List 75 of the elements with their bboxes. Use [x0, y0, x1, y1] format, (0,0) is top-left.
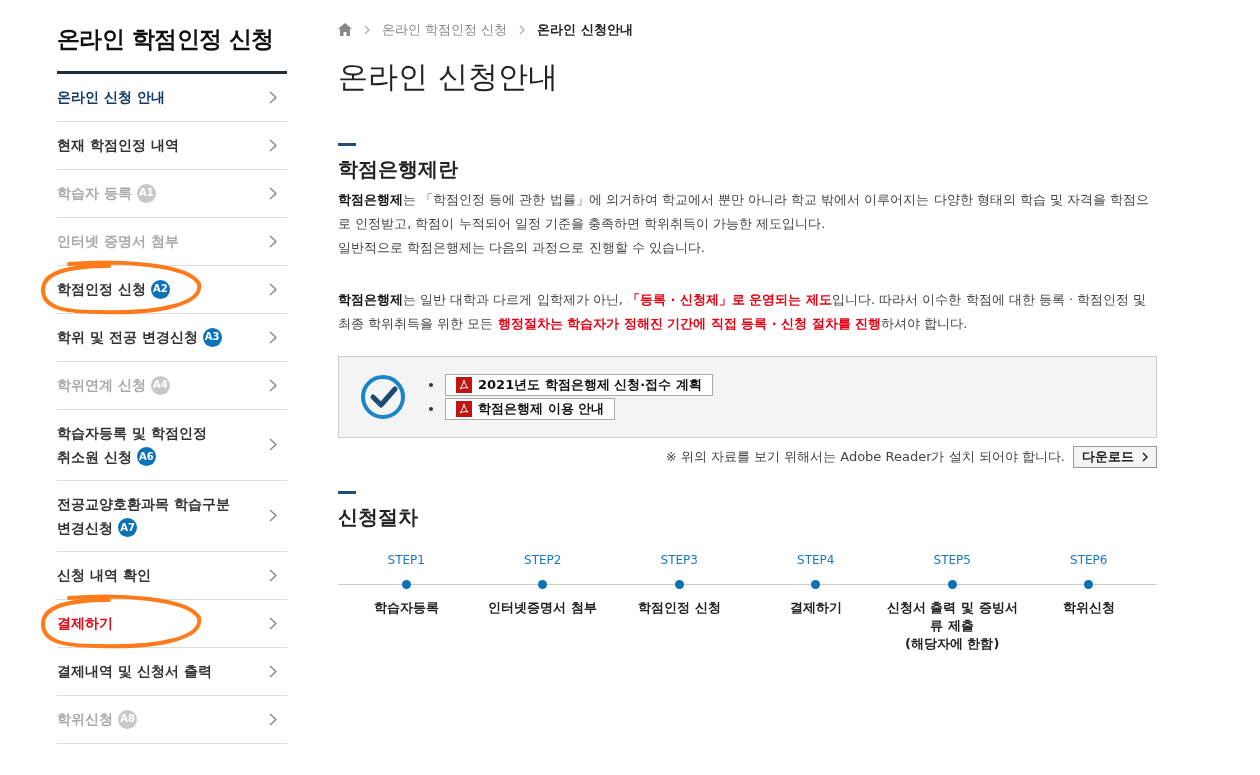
- sidebar-item-label: 학위신청: [57, 710, 113, 729]
- sidebar-item-label: 학습자등록 및 학점인정: [57, 423, 207, 443]
- section-heading: 학점은행제란: [338, 155, 459, 183]
- sidebar-item-label: 전공교양호환과목 학습구분: [57, 494, 230, 514]
- step-badge: A2: [150, 279, 170, 299]
- chevron-right-icon: [269, 378, 277, 392]
- chevron-right-icon: [269, 186, 277, 200]
- sidebar-item-label: 결제하기: [57, 614, 113, 633]
- page-title: 온라인 신청안내: [338, 57, 559, 96]
- sidebar-item[interactable]: 온라인 신청 안내: [57, 73, 287, 122]
- chevron-right-icon: [269, 616, 277, 630]
- step-label: 학점인정 신청: [638, 598, 721, 617]
- chevron-right-icon: [364, 24, 370, 35]
- step-number: STEP5: [933, 551, 971, 568]
- home-icon[interactable]: [338, 23, 352, 37]
- sidebar-item[interactable]: 신청 내역 확인: [57, 551, 287, 600]
- step-label: 신청서 출력 및 증빙서 류 제출 (해당자에 한함): [886, 598, 1018, 653]
- step-badge: A7: [118, 518, 137, 537]
- sidebar-item-label: 학점인정 신청: [57, 280, 146, 299]
- step-badge: A6: [136, 447, 156, 466]
- step-label: 학위신청: [1062, 598, 1115, 617]
- notice-text: ※ 위의 자료를 보기 위해서는 Adobe Reader가 설치 되어야 합니다.: [665, 447, 1065, 466]
- chevron-right-icon: [1142, 451, 1148, 462]
- sidebar-item-label: 인터넷 증명서 첨부: [57, 232, 179, 251]
- document-link[interactable]: 2021년도 학점은행제 신청·접수 계획: [445, 373, 713, 396]
- sidebar-item-label: 온라인 신청 안내: [57, 88, 165, 107]
- sidebar-item-label: 학위연계 신청: [57, 376, 146, 395]
- paragraph: 일반적으로 학점은행제는 다음의 과정으로 진행할 수 있습니다.: [338, 238, 706, 257]
- breadcrumb-link[interactable]: 온라인 신청안내: [537, 20, 633, 40]
- sidebar-item[interactable]: 결제내역 및 신청서 출력: [57, 647, 287, 696]
- step-number: STEP6: [1070, 551, 1108, 568]
- step-label: 결제하기: [789, 598, 842, 617]
- download-button[interactable]: 다운로드: [1073, 445, 1157, 468]
- chevron-right-icon: [269, 509, 277, 522]
- sidebar-item[interactable]: 학습자등록 및 학점인정 취소원 신청 A6: [57, 409, 287, 481]
- pdf-icon: [456, 376, 472, 393]
- chevron-right-icon: [269, 234, 277, 248]
- chevron-right-icon: [269, 664, 277, 678]
- chevron-right-icon: [269, 330, 277, 344]
- step-number: STEP3: [660, 551, 698, 568]
- bullet-icon: [429, 382, 433, 387]
- check-circle-icon: [359, 372, 407, 421]
- section-heading: 신청절차: [338, 503, 419, 531]
- sidebar-item[interactable]: 학위 및 전공 변경신청 A3: [57, 313, 287, 362]
- sidebar-item-label: 학습자 등록: [57, 184, 132, 203]
- sidebar-item-label: 변경신청: [57, 518, 113, 538]
- step-badge: A3: [202, 327, 222, 347]
- chevron-right-icon: [269, 438, 277, 451]
- sidebar-title: 온라인 학점인정 신청: [57, 22, 287, 74]
- paragraph: 학점은행제는 일반 대학과 다르게 입학제가 아닌, 「등록 · 신청제」로 운영되는 제도입니다. 따라서 이수한 학점에 대한 등록 · 학점인정 및 최종 학위취득을 위한 모든 행정절차는 학습자가 정해진 기간에 직접 등록 · 신청 절차를 진행하셔야 합니다.: [338, 290, 1148, 333]
- step-number: STEP4: [797, 551, 835, 568]
- step-label: 인터넷증명서 첨부: [488, 598, 597, 617]
- chevron-right-icon: [269, 138, 277, 152]
- sidebar-item[interactable]: 학점인정 신청 A2: [57, 265, 287, 314]
- sidebar-item-label: 현재 학점인정 내역: [57, 136, 179, 155]
- sidebar-item-label: 취소원 신청: [57, 447, 132, 467]
- chevron-right-icon: [269, 282, 277, 296]
- bullet-icon: [429, 406, 433, 411]
- sidebar-item-label: 결제내역 및 신청서 출력: [57, 662, 212, 681]
- step-label: 학습자등록: [373, 598, 439, 617]
- document-link[interactable]: 학점은행제 이용 안내: [445, 397, 616, 420]
- chevron-right-icon: [269, 90, 277, 104]
- chevron-right-icon: [269, 568, 277, 582]
- chevron-right-icon: [269, 712, 277, 726]
- chevron-right-icon: [519, 24, 526, 35]
- paragraph: 학점은행제는 「학점인정 등에 관한 법률」에 의거하여 학교에서 뿐만 아니라 학교 밖에서 이루어지는 다양한 형태의 학습 및 자격을 학점으로 인정받고, 학점이 누적되어 일정 기준을 충족하면 학위취득이 가능한 제도입니다.: [338, 190, 1151, 233]
- step-number: STEP1: [387, 551, 425, 568]
- breadcrumb-link[interactable]: 온라인 학점인정 신청: [382, 20, 508, 40]
- step-number: STEP2: [524, 551, 562, 568]
- sidebar-item-label: 학위 및 전공 변경신청: [57, 328, 198, 347]
- sidebar-item[interactable]: 현재 학점인정 내역: [57, 121, 287, 170]
- pdf-icon: [456, 400, 472, 417]
- sidebar-item-label: 신청 내역 확인: [57, 566, 151, 585]
- sidebar-item[interactable]: 결제하기: [57, 599, 287, 648]
- sidebar-item[interactable]: 전공교양호환과목 학습구분 변경신청 A7: [57, 480, 287, 552]
